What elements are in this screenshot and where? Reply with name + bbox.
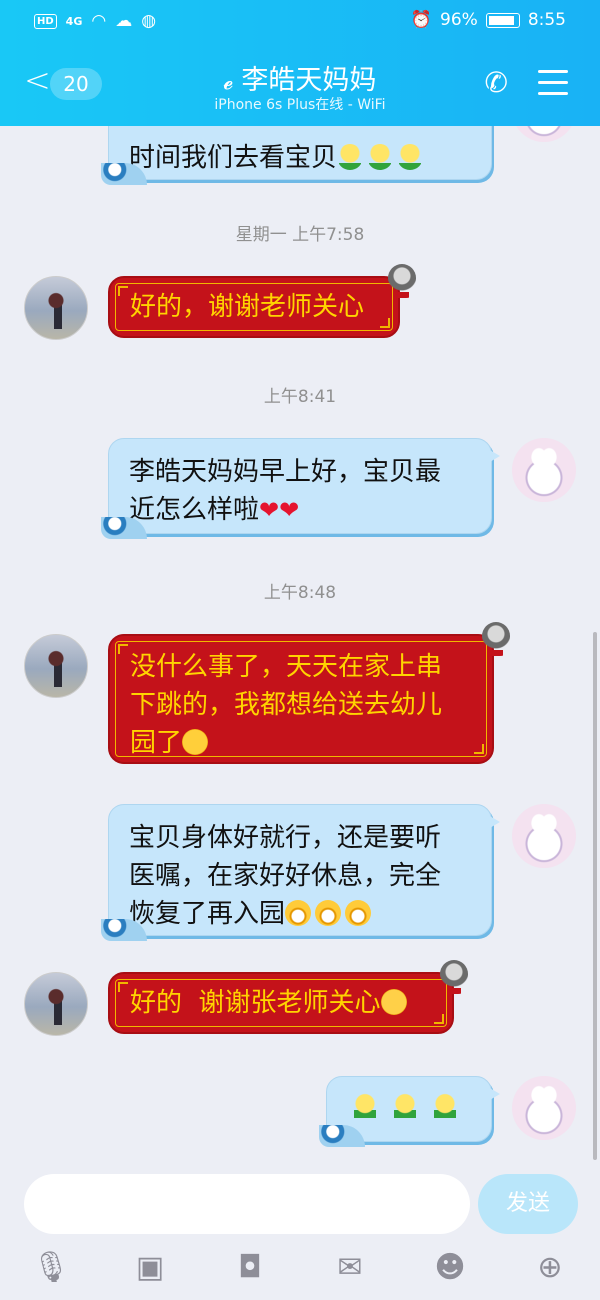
message-bubble-sent[interactable]: 时间我们去看宝贝 (101, 126, 492, 185)
green-man-emoji (367, 144, 394, 170)
message-bubble-received[interactable]: 好的，谢谢老师关心 (108, 276, 400, 338)
contact-name: 李皓天妈妈 (241, 65, 377, 96)
timestamp: 星期一 上午7:58 (235, 225, 365, 245)
message-text-line: 近怎么样啦 (129, 495, 260, 525)
scrollbar[interactable] (593, 632, 597, 1160)
heart-emoji: ❤❤ (259, 496, 300, 524)
camera-icon[interactable]: ◘ (232, 1250, 268, 1286)
signal-icon: 4G (65, 14, 83, 28)
alarm-icon: ⏰ (410, 10, 433, 30)
avatar-self[interactable] (512, 804, 576, 868)
green-man-emoji (337, 144, 364, 170)
message-text-line: 没什么事了，天天在家上串 (130, 652, 443, 682)
message-text-line: 园了 (130, 728, 183, 758)
status-bar: HD 4G ◠ ☁ ◍ ⏰ 96% 8:55 (0, 0, 600, 42)
input-bar: 发送 🎙 ▣ ◘ ✉ ☻ ⊕ (0, 1160, 600, 1300)
message-bubble-received[interactable]: 没什么事了，天天在家上串 下跳的，我都想给送去幼儿 园了 (108, 634, 494, 764)
timestamp: 上午8:48 (263, 583, 337, 603)
green-man-emoji (427, 1091, 463, 1127)
message-bubble-sent[interactable]: 李皓天妈妈早上好，宝贝最 近怎么样啦❤❤ (101, 438, 500, 539)
message-bubble-sent[interactable]: 宝贝身体好就行，还是要听 医嘱，在家好好休息，完全 恢复了再入园 (101, 804, 500, 941)
toolbar: 🎙 ▣ ◘ ✉ ☻ ⊕ (0, 1246, 600, 1292)
message-text-line: 李皓天妈妈早上好，宝贝最 (129, 457, 442, 487)
message-text-line: 恢复了再入园 (129, 899, 286, 929)
timestamp: 上午8:41 (263, 387, 337, 407)
grin-emoji (315, 900, 342, 926)
battery-icon (485, 12, 520, 28)
image-icon[interactable]: ▣ (132, 1250, 168, 1286)
chat-header: HD 4G ◠ ☁ ◍ ⏰ 96% 8:55 < 20 𝓮 李皓天妈妈 iPhon… (0, 0, 600, 126)
green-man-emoji (397, 144, 424, 170)
globe-icon: ◍ (141, 11, 157, 31)
send-button[interactable]: 发送 (478, 1174, 578, 1234)
grin-emoji (285, 900, 312, 926)
bubble-pendant-decoration (482, 622, 510, 656)
avatar-contact[interactable] (24, 634, 88, 698)
message-text: 好的，谢谢老师关心 (130, 292, 365, 322)
clock: 8:55 (527, 10, 566, 30)
hd-indicator: HD (34, 13, 57, 29)
cloud-icon: ☁ (115, 11, 133, 31)
avatar-self[interactable] (512, 126, 576, 142)
wave-decoration (319, 1125, 365, 1147)
smile-emoji (380, 989, 407, 1015)
online-status: iPhone 6s Plus在线 - WiFi (214, 97, 386, 113)
message-list[interactable]: 时间我们去看宝贝 星期一 上午7:58 好的，谢谢老师关心 上午8:41 李皓天… (0, 126, 600, 1160)
bubble-pendant-decoration (388, 264, 416, 298)
nav-bar: < 20 𝓮 李皓天妈妈 iPhone 6s Plus在线 - WiFi ✆ (0, 48, 600, 118)
message-input[interactable] (24, 1174, 470, 1234)
message-bubble-sent[interactable] (319, 1076, 500, 1147)
avatar-contact[interactable] (24, 276, 88, 340)
message-text-line: 宝贝身体好就行，还是要听 (129, 823, 442, 853)
battery-percent: 96% (440, 10, 478, 30)
red-packet-icon[interactable]: ✉ (332, 1250, 368, 1286)
avatar-self[interactable] (512, 438, 576, 502)
chat-title[interactable]: 𝓮 李皓天妈妈 (0, 58, 600, 97)
message-text-line: 下跳的，我都想给送去幼儿 (130, 690, 443, 720)
wifi-icon: ◠ (91, 11, 107, 31)
emoji-icon[interactable]: ☻ (432, 1250, 468, 1286)
avatar-self[interactable] (512, 1076, 576, 1140)
hamburger-menu-icon[interactable] (538, 70, 568, 103)
message-bubble-received[interactable]: 好的 谢谢张老师关心 (108, 972, 454, 1034)
phone-icon[interactable]: ✆ (485, 66, 508, 99)
plus-icon[interactable]: ⊕ (532, 1250, 568, 1286)
ear-icon: 𝓮 (223, 70, 234, 95)
microphone-icon[interactable]: 🎙 (32, 1250, 70, 1286)
green-man-emoji (387, 1091, 423, 1127)
message-text: 时间我们去看宝贝 (129, 143, 338, 173)
bubble-pendant-decoration (440, 960, 468, 994)
grin-emoji (345, 900, 372, 926)
avatar-contact[interactable] (24, 972, 88, 1036)
green-man-emoji (347, 1091, 383, 1127)
message-text: 好的 谢谢张老师关心 (130, 988, 381, 1018)
message-text-line: 医嘱，在家好好休息，完全 (129, 861, 442, 891)
laugh-cry-emoji (182, 729, 209, 755)
